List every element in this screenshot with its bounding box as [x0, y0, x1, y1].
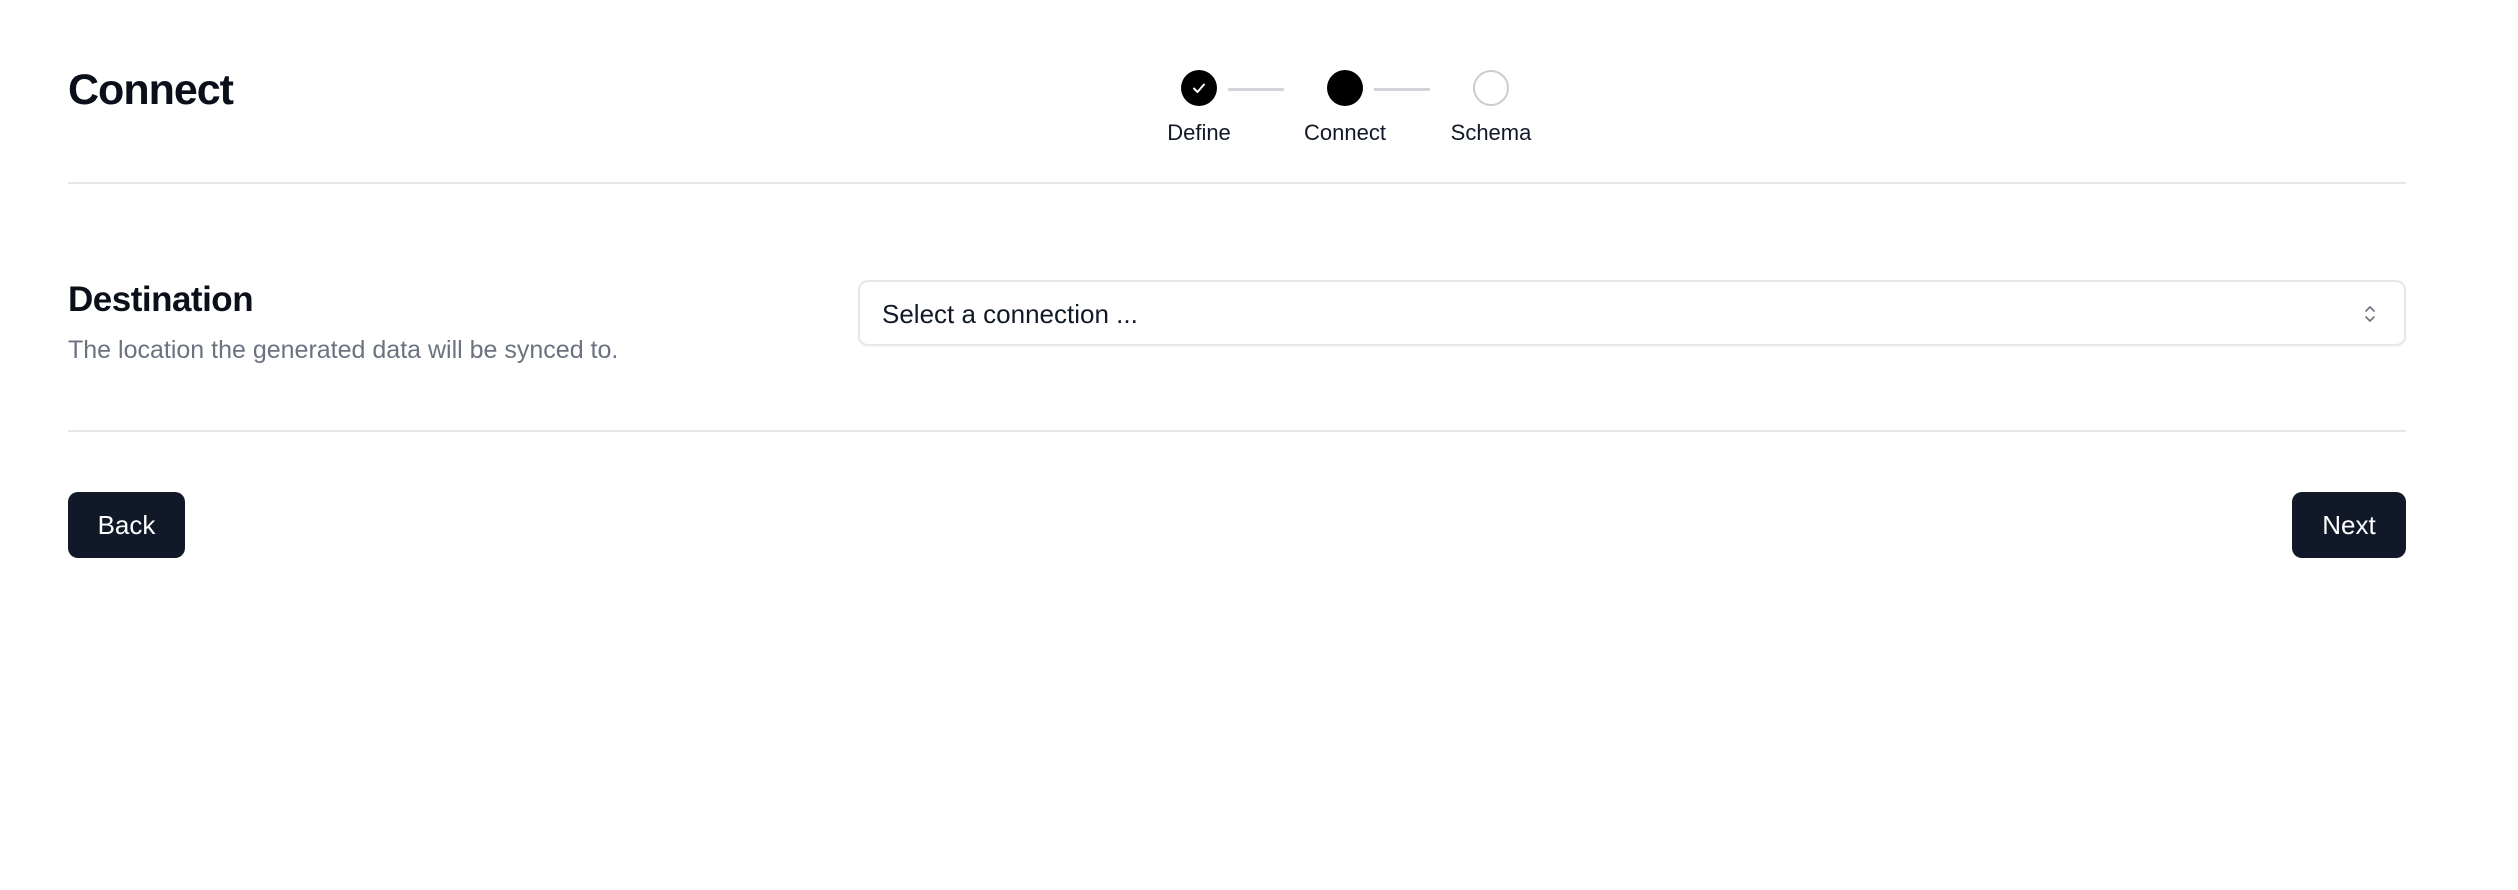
step-schema: Schema: [1431, 70, 1551, 146]
step-connector: [1374, 88, 1430, 91]
step-define-label: Define: [1167, 120, 1231, 145]
destination-section: Destination The location the generated d…: [68, 184, 2406, 432]
step-connect-indicator: [1327, 70, 1363, 106]
main-container: Connect Define Connect Schema Destinatio…: [68, 0, 2406, 572]
step-define-indicator: [1181, 70, 1217, 106]
connection-select-value: Select a connection ...: [882, 299, 1138, 329]
step-schema-indicator: [1473, 70, 1509, 106]
step-connector: [1228, 88, 1284, 91]
destination-description: The location the generated data will be …: [68, 336, 619, 364]
page-title: Connect: [68, 66, 234, 114]
back-button[interactable]: Back: [68, 492, 185, 558]
stepper: Define Connect Schema: [1139, 70, 1579, 160]
destination-title: Destination: [68, 280, 254, 319]
step-connect: Connect: [1285, 70, 1405, 146]
form-actions: Back Next: [68, 432, 2406, 572]
step-define: Define: [1139, 70, 1259, 146]
step-schema-label: Schema: [1450, 120, 1532, 145]
page: Connect Define Connect Schema Destinatio…: [0, 0, 2518, 890]
check-icon: [1193, 83, 1205, 93]
chevron-up-down-icon: [2365, 306, 2375, 322]
step-connect-label: Connect: [1304, 120, 1386, 145]
page-header: Connect Define Connect Schema: [68, 0, 2406, 184]
next-button[interactable]: Next: [2292, 492, 2406, 558]
connection-select[interactable]: Select a connection ...: [858, 280, 2406, 346]
